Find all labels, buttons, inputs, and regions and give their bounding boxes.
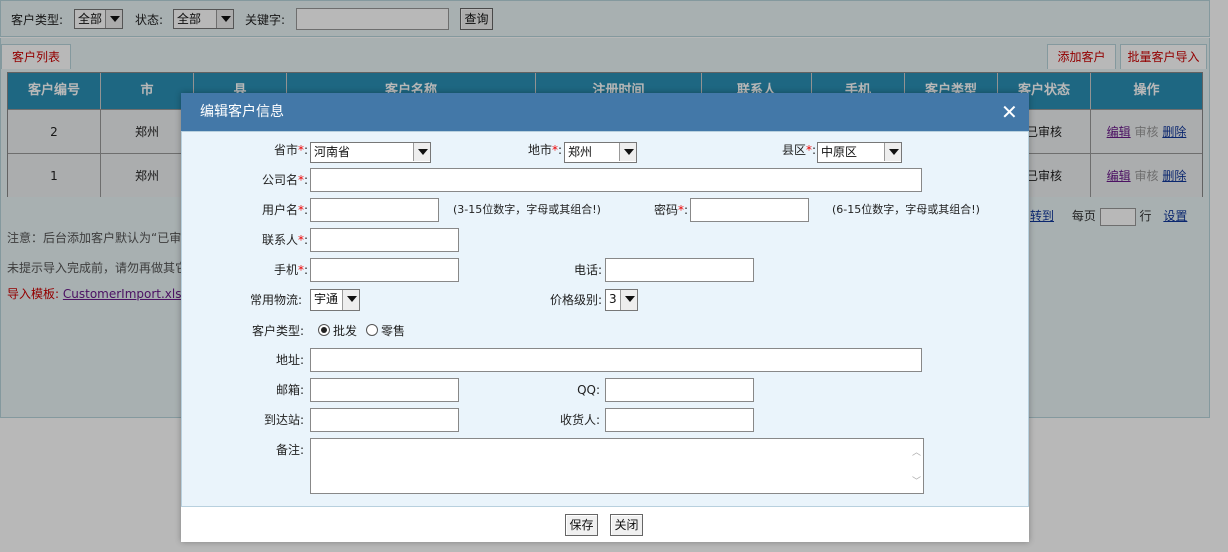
password-input[interactable]: [690, 198, 809, 222]
province-label: 省市*:: [242, 138, 308, 162]
city-select[interactable]: 郑州: [564, 142, 637, 163]
save-button[interactable]: 保存: [565, 514, 598, 536]
qq-input[interactable]: [605, 378, 754, 402]
city-select-value: 郑州: [568, 145, 593, 159]
contact-label-text: 联系人: [261, 233, 298, 247]
dialog-form: 省市*: 河南省 地市*: 郑州 县区*: 中原区 公司名*: 用户名*: (3…: [181, 131, 1029, 507]
password-label: 密码*:: [628, 198, 688, 222]
receiver-input[interactable]: [605, 408, 754, 432]
colon: :: [303, 263, 308, 277]
contact-input[interactable]: [310, 228, 459, 252]
address-input[interactable]: [310, 348, 922, 372]
close-icon[interactable]: ✕: [1001, 93, 1018, 131]
chevron-down-icon: [413, 143, 430, 161]
company-input[interactable]: [310, 168, 922, 192]
mobile-input[interactable]: [310, 258, 459, 282]
county-label: 县区*:: [756, 138, 816, 162]
email-label: 邮箱:: [275, 383, 304, 397]
colon: :: [303, 233, 308, 247]
chevron-down-icon: [620, 290, 637, 310]
username-hint: (3-15位数字，字母或其组合!): [453, 203, 601, 216]
county-select-value: 中原区: [821, 145, 858, 159]
mobile-label: 手机*:: [222, 258, 308, 282]
county-select[interactable]: 中原区: [817, 142, 902, 163]
retail-label: 零售: [381, 324, 406, 338]
logistics-label: 常用物流:: [249, 293, 302, 307]
qq-label: QQ:: [577, 383, 600, 397]
colon: :: [303, 203, 308, 217]
dialog-title-bar: 编辑客户信息 ✕: [181, 93, 1029, 131]
colon: :: [683, 203, 688, 217]
customer-type-field-label: 客户类型:: [251, 324, 304, 338]
county-label-text: 县区: [781, 143, 806, 157]
wholesale-radio[interactable]: [318, 324, 330, 336]
company-label-text: 公司名: [261, 173, 298, 187]
email-input[interactable]: [310, 378, 459, 402]
province-select-value: 河南省: [314, 145, 351, 159]
arrival-station-input[interactable]: [310, 408, 459, 432]
logistics-select[interactable]: 宇通: [310, 289, 360, 311]
price-level-select[interactable]: 3: [605, 289, 638, 311]
phone-input[interactable]: [605, 258, 754, 282]
close-button[interactable]: 关闭: [610, 514, 643, 536]
chevron-down-icon: [884, 143, 901, 161]
price-level-select-value: 3: [609, 292, 617, 306]
password-label-text: 密码: [653, 203, 678, 217]
wholesale-label: 批发: [333, 324, 358, 338]
address-label: 地址:: [275, 353, 304, 367]
remark-textarea[interactable]: ︿ ﹀: [310, 438, 924, 494]
retail-radio[interactable]: [366, 324, 378, 336]
receiver-label: 收货人:: [559, 413, 600, 427]
username-label: 用户名*:: [222, 198, 308, 222]
colon: :: [557, 143, 562, 157]
province-select[interactable]: 河南省: [310, 142, 431, 163]
username-input[interactable]: [310, 198, 439, 222]
arrival-station-label: 到达站:: [263, 413, 304, 427]
chevron-down-icon: [619, 143, 636, 161]
province-label-text: 省市: [273, 143, 298, 157]
company-label: 公司名*:: [222, 168, 308, 192]
price-level-label: 价格级别:: [549, 293, 602, 307]
password-hint: (6-15位数字，字母或其组合!): [832, 203, 980, 216]
dialog-title: 编辑客户信息: [200, 104, 284, 120]
contact-label: 联系人*:: [222, 228, 308, 252]
scroll-up-icon[interactable]: ︿: [912, 445, 921, 458]
city-label: 地市*:: [502, 138, 562, 162]
colon: :: [811, 143, 816, 157]
chevron-down-icon: [342, 290, 359, 310]
phone-label: 电话:: [573, 263, 602, 277]
edit-customer-dialog: 编辑客户信息 ✕ 省市*: 河南省 地市*: 郑州 县区*: 中原区 公司名*:: [181, 93, 1029, 542]
colon: :: [303, 143, 308, 157]
logistics-select-value: 宇通: [314, 292, 339, 306]
city-label-text: 地市: [527, 143, 552, 157]
mobile-label-text: 手机: [273, 263, 298, 277]
colon: :: [303, 173, 308, 187]
username-label-text: 用户名: [261, 203, 298, 217]
scroll-down-icon[interactable]: ﹀: [912, 474, 921, 487]
remark-label: 备注:: [275, 443, 304, 457]
